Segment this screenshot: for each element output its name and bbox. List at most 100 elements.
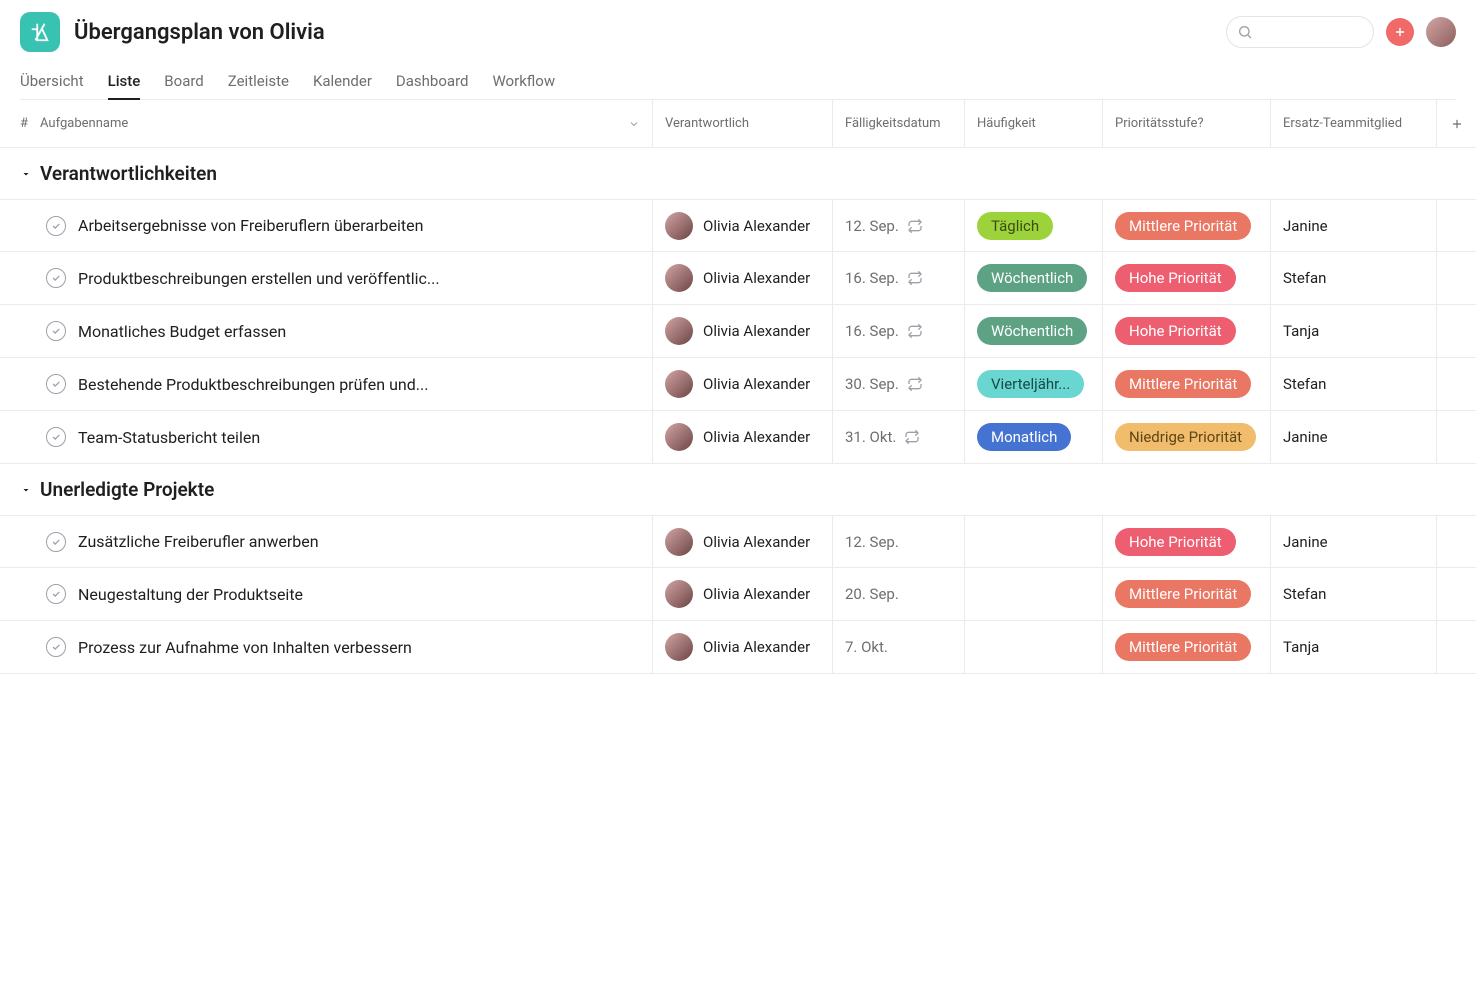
complete-checkbox[interactable] bbox=[46, 532, 66, 552]
frequency-cell[interactable] bbox=[964, 621, 1102, 673]
frequency-cell[interactable]: Wöchentlich bbox=[964, 305, 1102, 357]
frequency-cell[interactable]: Wöchentlich bbox=[964, 252, 1102, 304]
complete-checkbox[interactable] bbox=[46, 268, 66, 288]
assignee-avatar bbox=[665, 317, 693, 345]
project-icon[interactable] bbox=[20, 12, 60, 52]
assignee-cell[interactable]: Olivia Alexander bbox=[665, 317, 810, 345]
frequency-cell[interactable] bbox=[964, 568, 1102, 620]
column-priority[interactable]: Prioritätsstufe? bbox=[1102, 100, 1270, 147]
assignee-name: Olivia Alexander bbox=[703, 322, 810, 340]
priority-cell[interactable]: Mittlere Priorität bbox=[1102, 200, 1270, 251]
priority-cell[interactable]: Hohe Priorität bbox=[1102, 252, 1270, 304]
column-due[interactable]: Fälligkeitsdatum bbox=[832, 100, 964, 147]
column-number[interactable]: # bbox=[20, 100, 40, 147]
table-row[interactable]: Arbeitsergebnisse von Freiberuflern über… bbox=[0, 199, 1476, 252]
section-header[interactable]: Verantwortlichkeiten bbox=[0, 148, 1476, 199]
complete-checkbox[interactable] bbox=[46, 321, 66, 341]
due-date-cell[interactable]: 20. Sep. bbox=[845, 585, 899, 603]
column-name-label: Aufgabenname bbox=[40, 116, 128, 131]
table-row[interactable]: Bestehende Produktbeschreibungen prüfen … bbox=[0, 358, 1476, 411]
priority-cell[interactable]: Hohe Priorität bbox=[1102, 516, 1270, 567]
backup-cell[interactable]: Stefan bbox=[1270, 568, 1436, 620]
complete-checkbox[interactable] bbox=[46, 374, 66, 394]
assignee-cell[interactable]: Olivia Alexander bbox=[665, 423, 810, 451]
add-button[interactable] bbox=[1386, 18, 1414, 46]
column-backup[interactable]: Ersatz-Teammitglied bbox=[1270, 100, 1436, 147]
table-row[interactable]: Prozess zur Aufnahme von Inhalten verbes… bbox=[0, 621, 1476, 674]
tab-calendar[interactable]: Kalender bbox=[313, 64, 372, 99]
due-date-cell[interactable]: 30. Sep. bbox=[845, 375, 923, 393]
backup-cell[interactable]: Tanja bbox=[1270, 305, 1436, 357]
backup-cell[interactable]: Tanja bbox=[1270, 621, 1436, 673]
tab-list[interactable]: Liste bbox=[108, 64, 141, 100]
tab-timeline[interactable]: Zeitleiste bbox=[228, 64, 289, 99]
column-frequency[interactable]: Häufigkeit bbox=[964, 100, 1102, 147]
tab-board[interactable]: Board bbox=[164, 64, 203, 99]
priority-cell[interactable]: Mittlere Priorität bbox=[1102, 568, 1270, 620]
chevron-down-icon[interactable] bbox=[628, 118, 640, 130]
priority-cell[interactable]: Niedrige Priorität bbox=[1102, 411, 1270, 463]
frequency-cell[interactable]: Vierteljähr... bbox=[964, 358, 1102, 410]
due-date-cell[interactable]: 12. Sep. bbox=[845, 533, 899, 551]
table-row[interactable]: Zusätzliche Freiberufler anwerbenOlivia … bbox=[0, 515, 1476, 568]
assignee-avatar bbox=[665, 423, 693, 451]
due-date-cell[interactable]: 31. Okt. bbox=[845, 428, 920, 446]
priority-cell[interactable]: Mittlere Priorität bbox=[1102, 621, 1270, 673]
due-date: 16. Sep. bbox=[845, 269, 899, 287]
task-name: Bestehende Produktbeschreibungen prüfen … bbox=[78, 375, 428, 394]
tab-dashboard[interactable]: Dashboard bbox=[396, 64, 469, 99]
section-header[interactable]: Unerledigte Projekte bbox=[0, 464, 1476, 515]
frequency-cell[interactable] bbox=[964, 516, 1102, 567]
tab-overview[interactable]: Übersicht bbox=[20, 64, 84, 99]
recurring-icon bbox=[907, 270, 923, 286]
assignee-name: Olivia Alexander bbox=[703, 533, 810, 551]
assignee-cell[interactable]: Olivia Alexander bbox=[665, 212, 810, 240]
backup-cell[interactable]: Stefan bbox=[1270, 358, 1436, 410]
user-avatar[interactable] bbox=[1426, 17, 1456, 47]
frequency-cell[interactable]: Täglich bbox=[964, 200, 1102, 251]
assignee-cell[interactable]: Olivia Alexander bbox=[665, 633, 810, 661]
assignee-name: Olivia Alexander bbox=[703, 638, 810, 656]
search-input[interactable] bbox=[1226, 16, 1374, 48]
frequency-pill: Wöchentlich bbox=[977, 264, 1087, 292]
assignee-cell[interactable]: Olivia Alexander bbox=[665, 264, 810, 292]
backup-cell[interactable]: Stefan bbox=[1270, 252, 1436, 304]
backup-cell[interactable]: Janine bbox=[1270, 516, 1436, 567]
due-date-cell[interactable]: 16. Sep. bbox=[845, 322, 923, 340]
assignee-cell[interactable]: Olivia Alexander bbox=[665, 528, 810, 556]
due-date: 30. Sep. bbox=[845, 375, 899, 393]
table-row[interactable]: Monatliches Budget erfassenOlivia Alexan… bbox=[0, 305, 1476, 358]
complete-checkbox[interactable] bbox=[46, 216, 66, 236]
complete-checkbox[interactable] bbox=[46, 637, 66, 657]
frequency-pill: Täglich bbox=[977, 212, 1053, 240]
due-date: 12. Sep. bbox=[845, 217, 899, 235]
due-date: 16. Sep. bbox=[845, 322, 899, 340]
column-name[interactable]: Aufgabenname bbox=[40, 100, 652, 147]
column-assignee[interactable]: Verantwortlich bbox=[652, 100, 832, 147]
due-date: 31. Okt. bbox=[845, 428, 896, 446]
priority-pill: Mittlere Priorität bbox=[1115, 580, 1251, 608]
complete-checkbox[interactable] bbox=[46, 584, 66, 604]
priority-cell[interactable]: Mittlere Priorität bbox=[1102, 358, 1270, 410]
due-date-cell[interactable]: 16. Sep. bbox=[845, 269, 923, 287]
table-row[interactable]: Produktbeschreibungen erstellen und verö… bbox=[0, 252, 1476, 305]
assignee-name: Olivia Alexander bbox=[703, 269, 810, 287]
plus-icon bbox=[1450, 117, 1464, 131]
view-tabs: Übersicht Liste Board Zeitleiste Kalende… bbox=[20, 64, 1456, 100]
assignee-cell[interactable]: Olivia Alexander bbox=[665, 580, 810, 608]
frequency-cell[interactable]: Monatlich bbox=[964, 411, 1102, 463]
table-row[interactable]: Neugestaltung der ProduktseiteOlivia Ale… bbox=[0, 568, 1476, 621]
table-row[interactable]: Team-Statusbericht teilenOlivia Alexande… bbox=[0, 411, 1476, 464]
priority-pill: Mittlere Priorität bbox=[1115, 633, 1251, 661]
due-date-cell[interactable]: 12. Sep. bbox=[845, 217, 923, 235]
priority-cell[interactable]: Hohe Priorität bbox=[1102, 305, 1270, 357]
backup-cell[interactable]: Janine bbox=[1270, 411, 1436, 463]
complete-checkbox[interactable] bbox=[46, 427, 66, 447]
frequency-pill: Vierteljähr... bbox=[977, 370, 1084, 398]
backup-cell[interactable]: Janine bbox=[1270, 200, 1436, 251]
tab-workflow[interactable]: Workflow bbox=[492, 64, 555, 99]
plus-icon bbox=[1393, 25, 1407, 39]
due-date-cell[interactable]: 7. Okt. bbox=[845, 638, 888, 656]
add-column-button[interactable] bbox=[1436, 100, 1476, 147]
assignee-cell[interactable]: Olivia Alexander bbox=[665, 370, 810, 398]
